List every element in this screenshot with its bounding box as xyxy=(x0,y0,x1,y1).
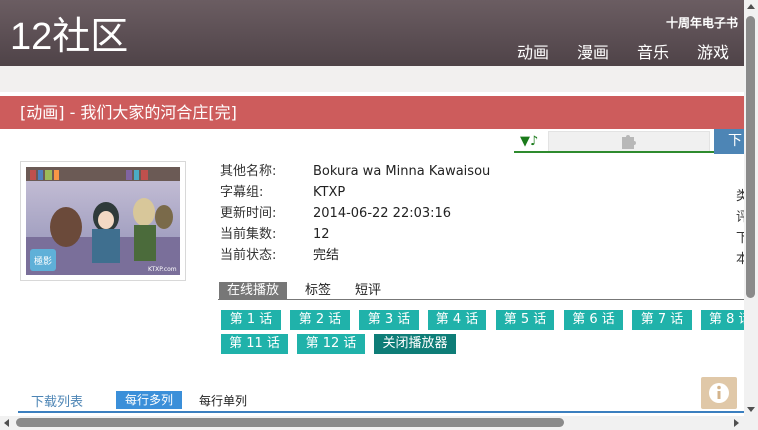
poster-image: 極影 KTXP.com xyxy=(26,167,180,275)
nav-anime[interactable]: 动画 xyxy=(517,39,549,63)
updated-label: 更新时间: xyxy=(220,206,277,221)
download-tab[interactable]: 下 xyxy=(714,129,744,154)
page-title: [动画] - 我们大家的河合庄[完] xyxy=(20,103,237,122)
logo-number: 12 xyxy=(10,16,53,58)
tab-tags[interactable]: 标签 xyxy=(297,282,339,299)
puzzle-icon xyxy=(622,135,636,149)
scroll-up-icon[interactable] xyxy=(747,4,755,9)
close-player-button[interactable]: 关闭播放器 xyxy=(374,334,456,354)
info-icon xyxy=(709,383,729,403)
scroll-down-icon[interactable] xyxy=(747,407,755,412)
subgroup-label: 字幕组: xyxy=(220,185,264,200)
scroll-left-icon[interactable] xyxy=(4,419,9,427)
mode-multi-column-button[interactable]: 每行多列 xyxy=(116,391,182,409)
player-underline xyxy=(514,151,714,153)
download-list-divider xyxy=(18,411,744,413)
tabs-divider xyxy=(218,299,744,300)
download-list-title: 下载列表 xyxy=(31,395,84,410)
sub-header-bar xyxy=(0,66,744,92)
episode-button-11[interactable]: 第 11 话 xyxy=(221,334,288,354)
site-logo[interactable]: 12社区 xyxy=(10,14,128,59)
status-value: 完结 xyxy=(313,248,340,263)
alt-name-value: Bokura wa Minna Kawaisou xyxy=(313,164,491,179)
episode-button-4[interactable]: 第 4 话 xyxy=(428,310,486,330)
mode-single-column-button[interactable]: 每行单列 xyxy=(199,392,247,409)
svg-text:極影: 極影 xyxy=(34,255,52,267)
anime-poster: 極影 KTXP.com xyxy=(20,161,186,281)
info-button[interactable] xyxy=(701,377,737,409)
scroll-right-icon[interactable] xyxy=(734,419,739,427)
nav-games[interactable]: 游戏 xyxy=(697,39,729,63)
music-icon[interactable]: ▼♪ xyxy=(520,134,538,149)
episode-button-12[interactable]: 第 12 话 xyxy=(297,334,365,354)
alt-name-label: 其他名称: xyxy=(220,164,277,179)
tab-online-play[interactable]: 在线播放 xyxy=(219,282,288,299)
horizontal-scroll-thumb[interactable] xyxy=(16,418,564,427)
episode-button-5[interactable]: 第 5 话 xyxy=(496,310,554,330)
svg-text:KTXP.com: KTXP.com xyxy=(148,266,177,273)
episodes-value: 12 xyxy=(313,227,330,242)
updated-value: 2014-06-22 22:03:16 xyxy=(313,206,452,221)
ebook-link[interactable]: 十周年电子书 xyxy=(666,14,738,31)
site-header: 12社区 十周年电子书 动画 漫画 音乐 游戏 xyxy=(0,0,744,66)
vertical-scroll-thumb[interactable] xyxy=(746,16,755,298)
page-title-bar: [动画] - 我们大家的河合庄[完] xyxy=(0,96,744,129)
episode-button-1[interactable]: 第 1 话 xyxy=(221,310,281,330)
episodes-label: 当前集数: xyxy=(220,227,277,242)
episode-button-6[interactable]: 第 6 话 xyxy=(564,310,623,330)
status-label: 当前状态: xyxy=(220,248,277,263)
tab-short-review[interactable]: 短评 xyxy=(347,282,389,299)
episode-button-7[interactable]: 第 7 话 xyxy=(632,310,692,330)
subgroup-value[interactable]: KTXP xyxy=(313,183,345,203)
nav-manga[interactable]: 漫画 xyxy=(577,39,609,63)
episode-button-8[interactable]: 第 8 话 xyxy=(701,310,744,330)
logo-text: 社区 xyxy=(52,14,129,58)
episode-button-2[interactable]: 第 2 话 xyxy=(290,310,350,330)
episode-button-3[interactable]: 第 3 话 xyxy=(359,310,419,330)
nav-music[interactable]: 音乐 xyxy=(637,39,669,63)
